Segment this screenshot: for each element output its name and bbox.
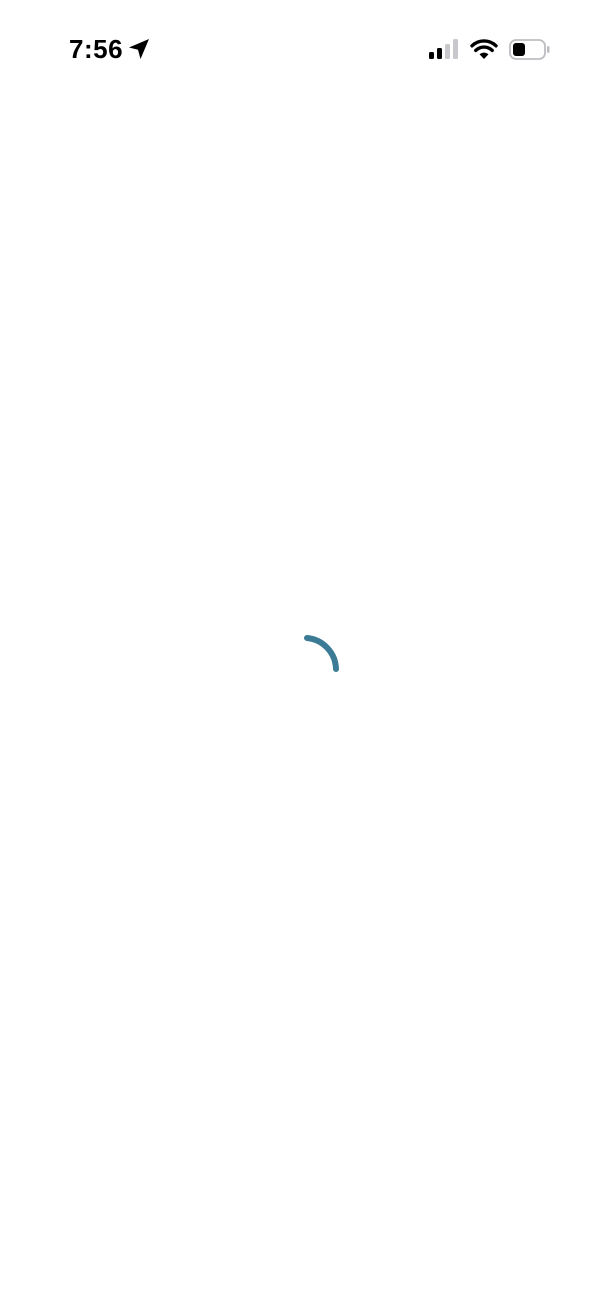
- app-screen: 7:56: [0, 0, 602, 1308]
- status-time-group: 7:56: [69, 31, 151, 67]
- battery-icon: [509, 38, 550, 60]
- location-arrow-icon: [127, 37, 151, 61]
- status-time: 7:56: [69, 34, 124, 64]
- wifi-icon: [470, 38, 498, 60]
- loading-spinner-icon: [281, 614, 361, 694]
- cellular-signal-icon: [429, 39, 459, 59]
- status-bar: 7:56: [0, 0, 602, 96]
- status-icons: [429, 36, 550, 62]
